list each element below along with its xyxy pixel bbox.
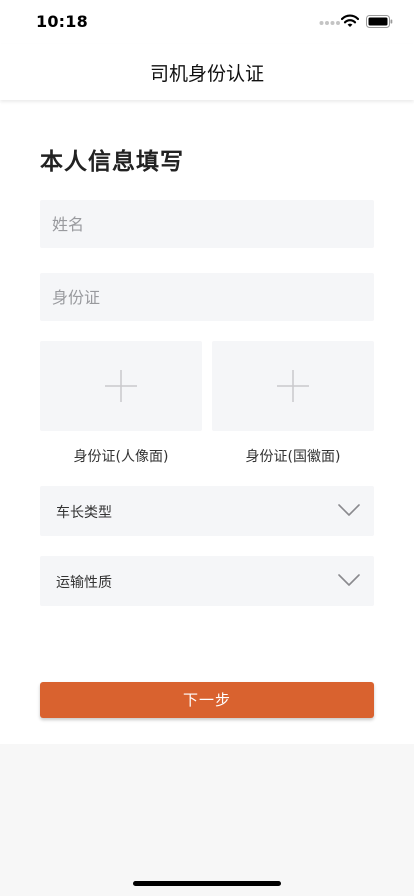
vehicle-length-label: 车长类型: [56, 505, 112, 521]
nav-bar: 司机身份认证: [0, 44, 414, 100]
id-number-field: [40, 273, 374, 321]
cellular-signal-icon: [319, 21, 340, 25]
name-input[interactable]: [40, 200, 374, 248]
page-title: 司机身份认证: [149, 63, 264, 85]
form-container: 本人信息填写 身份证(人像面) 身份证(国徽面) 车长类型 运输性质 下一步: [0, 100, 414, 744]
name-field: [40, 200, 374, 248]
id-front-label: 身份证(人像面): [73, 449, 169, 465]
id-back-upload[interactable]: [212, 341, 374, 431]
home-indicator[interactable]: [133, 881, 281, 886]
plus-icon: [277, 370, 309, 402]
transport-type-label: 运输性质: [56, 575, 112, 591]
chevron-down-icon: [338, 574, 360, 586]
wifi-icon: [341, 14, 359, 27]
id-front-upload[interactable]: [40, 341, 202, 431]
transport-type-select[interactable]: 运输性质: [40, 556, 374, 606]
plus-icon: [105, 370, 137, 402]
id-back-label: 身份证(国徽面): [245, 449, 341, 465]
battery-icon: [366, 15, 393, 28]
next-button[interactable]: 下一步: [40, 682, 374, 718]
section-title: 本人信息填写: [40, 149, 184, 175]
vehicle-length-select[interactable]: 车长类型: [40, 486, 374, 536]
status-time: 10:18: [36, 12, 88, 31]
chevron-down-icon: [338, 504, 360, 516]
id-number-input[interactable]: [40, 273, 374, 321]
status-bar: 10:18: [0, 0, 414, 44]
